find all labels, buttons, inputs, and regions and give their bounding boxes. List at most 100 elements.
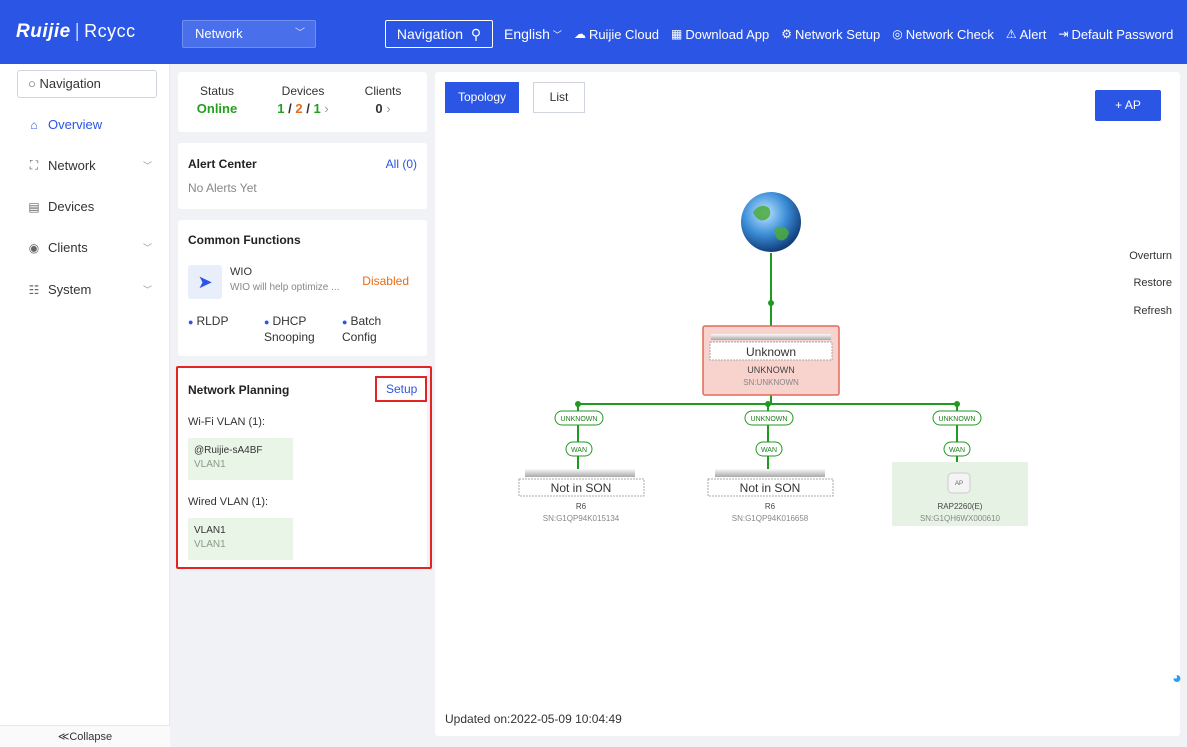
network-icon: ⛶ [29,158,39,172]
navigation-search-button[interactable]: Navigation ⚲ [385,20,493,48]
sidebar-item-label: Overview [48,117,103,132]
wan-label-text: WAN [761,447,777,454]
port-label-wan: WAN [565,441,593,457]
menu-label: Default Password [1071,26,1174,42]
menu-label: Alert [1019,26,1047,42]
default-password-link[interactable]: ⇥ Default Password [1058,27,1173,42]
search-icon: ⚲ [466,26,482,42]
clients-value: 0 › [358,101,408,116]
wifi-vlan-box: @Ruijie-sA4BF VLAN1 [188,438,293,480]
function-batch-config[interactable]: ● Batch Config [342,314,402,345]
sidebar-item-clients[interactable]: ◉ Clients ﹀ [26,240,156,255]
child-device-node[interactable]: Not in SON R6 SN:G1QP94K016658 [707,469,834,523]
wan-label-text: WAN [571,447,587,454]
devices-separator: / [306,101,310,116]
menu-label: Ruijie Cloud [588,26,660,42]
port-label-unknown: UNKNOWN [554,410,604,426]
network-planning-title: Network Planning [188,383,290,397]
sidebar-item-system[interactable]: ☷ System ﹀ [26,282,156,297]
sidebar-item-overview[interactable]: ⌂ Overview [26,117,156,132]
language-select[interactable]: English ﹀ [504,26,562,42]
common-functions-title: Common Functions [188,233,301,247]
function-label: Batch Config [342,314,382,344]
sidebar-item-network[interactable]: ⛶ Network ﹀ [26,158,156,173]
sidebar-item-devices[interactable]: ▤ Devices [26,199,156,214]
sidebar: ○ Navigation ⌂ Overview ⛶ Network ﹀ ▤ De… [0,64,170,747]
link-node [575,401,581,407]
top-menu: English ﹀ ☁ Ruijie Cloud ▦ Download App ⚙ N… [504,20,1173,48]
logo-sub: Rcycc [84,21,136,41]
root-device-model: UNKNOWN [747,365,795,375]
status-stat: Status Online [192,84,242,116]
alert-center-card: Alert Center All (0) No Alerts Yet [178,143,427,209]
download-app-link[interactable]: ▦ Download App [671,27,769,42]
assistant-icon[interactable]: ◕ [1172,670,1186,700]
navigation-label: Navigation [396,26,464,42]
port-label-wan: WAN [943,441,971,457]
top-bar: Ruijie | Rcycc Network ﹀ Navigation ⚲ Engl… [0,0,1187,64]
alert-center-title: Alert Center [188,157,257,171]
function-dhcp-snooping[interactable]: ● DHCP Snooping [264,314,324,345]
root-device-node[interactable]: Unknown UNKNOWN SN:UNKNOWN [702,325,840,396]
child-device-box-label: Not in SON [740,481,801,495]
menu-label: Network Check [905,26,994,42]
chevron-down-icon: ﹀ [552,29,562,40]
port-label-text: UNKNOWN [939,416,976,423]
wired-vlan-id: VLAN1 [194,539,226,550]
logo: Ruijie | Rcycc [16,21,136,43]
collapse-button[interactable]: ≪Collapse [0,725,170,747]
common-functions-card: Common Functions ➤ WIO WIO will help opt… [178,220,427,356]
port-label-unknown: UNKNOWN [932,410,982,426]
chevron-down-icon: ﹀ [142,161,152,171]
collapse-label: ≪Collapse [57,731,113,743]
network-check-link[interactable]: ◎ Network Check [892,27,994,42]
status-label: Status [199,84,235,98]
wan-label-text: WAN [949,447,965,454]
alert-all-link[interactable]: All (0) [386,157,417,171]
root-device-sn: SN:UNKNOWN [743,378,799,387]
cloud-icon: ☁ [573,27,586,41]
network-setup-link[interactable]: ⚙ Network Setup [781,27,880,42]
wio-send-icon[interactable]: ➤ [188,265,222,299]
function-label: RLDP [196,314,229,328]
link-node [768,300,774,306]
function-label: DHCP Snooping [264,314,315,344]
chevron-right-icon: › [386,101,391,116]
status-card: Status Online Devices 1 / 2 / 1 › Client… [178,72,427,132]
menu-label: Network Setup [794,26,881,42]
sidebar-search-label: Navigation [39,76,101,91]
function-rldp[interactable]: ● RLDP [188,314,228,330]
wifi-vlan-label: Wi-Fi VLAN (1): [188,416,265,428]
ruijie-cloud-link[interactable]: ☁ Ruijie Cloud [574,27,659,42]
devices-online-count: 1 [277,101,285,116]
devices-value: 1 / 2 / 1 › [264,101,342,116]
devices-icon: ▤ [28,199,40,214]
alert-link[interactable]: ⚠ Alert [1006,27,1047,42]
clients-stat[interactable]: Clients 0 › [358,84,408,116]
setup-highlight [375,376,427,402]
devices-separator: / [288,101,292,116]
logo-brand: Ruijie [16,21,71,42]
status-value: Online [196,101,238,116]
logout-icon: ⇥ [1058,27,1069,41]
wio-status[interactable]: Disabled [362,274,409,288]
link-node [954,401,960,407]
child-device-node[interactable]: Not in SON R6 SN:G1QP94K015134 [518,469,645,523]
sidebar-navigation-search[interactable]: ○ Navigation [17,70,157,98]
ap-device-node[interactable]: AP RAP2260(E) SN:G1QH6WX000610 [892,462,1028,526]
sidebar-item-label: Clients [48,240,88,255]
child-device-sn: SN:G1QP94K015134 [543,514,620,523]
wired-vlan-box: VLAN1 VLAN1 [188,518,293,560]
ap-device-sn: SN:G1QH6WX000610 [920,514,1001,523]
logo-separator: | [74,21,81,42]
port-label-text: UNKNOWN [751,416,788,423]
wired-vlan-name: VLAN1 [194,525,226,536]
alert-empty-text: No Alerts Yet [188,181,257,195]
internet-globe-icon [741,192,801,252]
devices-stat[interactable]: Devices 1 / 2 / 1 › [264,84,342,116]
network-select[interactable]: Network ﹀ [182,20,316,48]
sidebar-item-label: Network [48,158,96,173]
sidebar-item-label: System [48,282,92,297]
port-label-unknown: UNKNOWN [744,410,794,426]
clients-icon: ◉ [28,240,40,255]
